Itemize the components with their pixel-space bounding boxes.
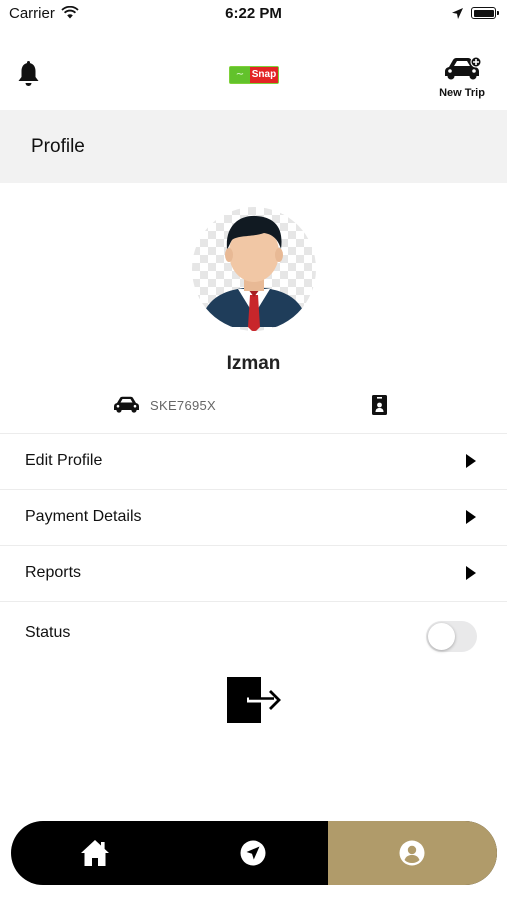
logo-car-mark: ∼	[230, 67, 250, 83]
car-icon	[114, 396, 139, 413]
chevron-right-icon	[466, 566, 476, 580]
tab-home[interactable]	[45, 821, 145, 885]
page-title: Profile	[31, 136, 85, 157]
menu-item-payment-details[interactable]: Payment Details	[0, 489, 507, 545]
status-bar: Carrier 6:22 PM	[0, 0, 507, 28]
menu-item-reports[interactable]: Reports	[0, 545, 507, 601]
status-toggle[interactable]	[426, 621, 477, 652]
logout-icon[interactable]	[225, 676, 283, 724]
status-time: 6:22 PM	[225, 5, 282, 22]
menu-item-edit-profile[interactable]: Edit Profile	[0, 433, 507, 489]
tab-profile[interactable]	[362, 821, 462, 885]
status-label: Status	[25, 624, 71, 641]
bottom-tab-bar	[11, 821, 497, 885]
battery-icon	[471, 7, 499, 19]
new-trip-button[interactable]: New Trip	[430, 56, 494, 108]
bell-icon[interactable]	[17, 61, 40, 87]
user-avatar-illustration	[200, 215, 308, 331]
menu-item-label: Edit Profile	[25, 452, 103, 469]
navigation-icon	[240, 840, 266, 866]
new-trip-label: New Trip	[439, 87, 485, 99]
car-add-icon	[445, 56, 481, 80]
page-header: Profile	[0, 110, 507, 183]
menu-item-label: Reports	[25, 564, 82, 581]
location-arrow-icon	[452, 8, 463, 19]
menu-item-status: Status	[0, 601, 507, 665]
avatar[interactable]	[192, 207, 316, 331]
top-bar: ∼ Snap New Trip	[0, 50, 507, 110]
profile-icon	[399, 840, 425, 866]
user-name: Izman	[226, 353, 281, 374]
toggle-knob	[428, 623, 455, 650]
license-plate: SKE7695X	[150, 398, 217, 413]
id-card-icon[interactable]	[372, 395, 387, 415]
tab-navigation[interactable]	[203, 821, 303, 885]
logo-text: Snap	[250, 67, 278, 83]
menu-item-label: Payment Details	[25, 508, 142, 525]
home-icon	[81, 840, 109, 866]
chevron-right-icon	[466, 454, 476, 468]
app-logo: ∼ Snap	[229, 66, 279, 84]
chevron-right-icon	[466, 510, 476, 524]
